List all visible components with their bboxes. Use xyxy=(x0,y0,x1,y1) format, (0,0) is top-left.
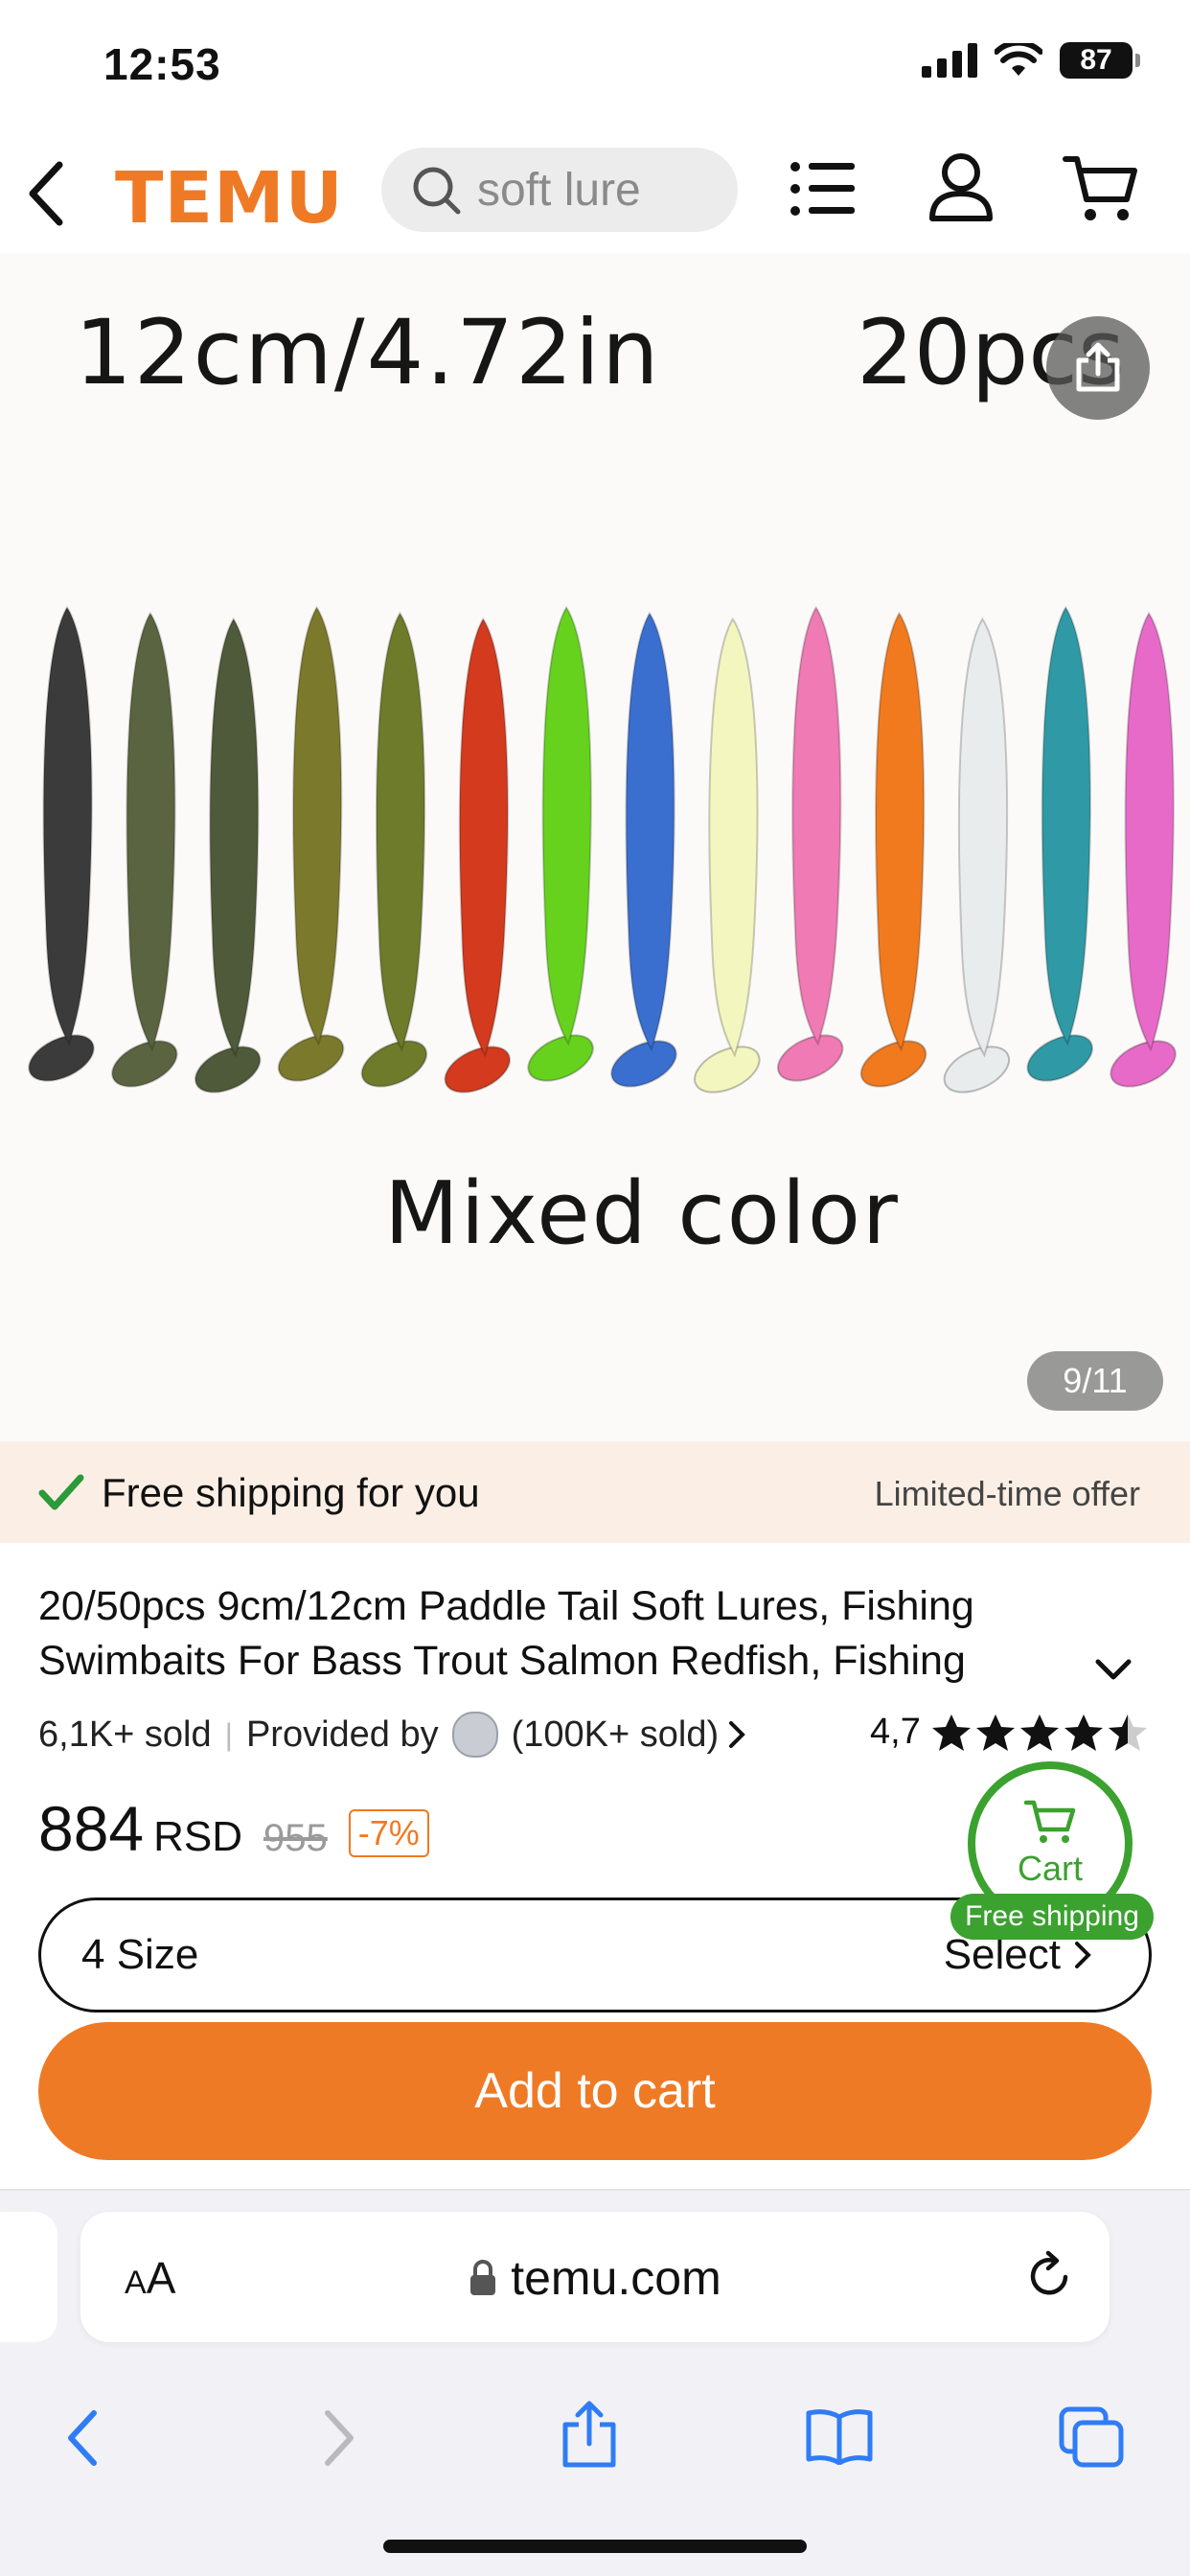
lure-14 xyxy=(1110,611,1177,1088)
share-icon xyxy=(1076,342,1120,392)
temu-logo[interactable]: TEMU xyxy=(115,157,344,240)
lure-12 xyxy=(943,617,1011,1093)
star-icon xyxy=(1064,1714,1103,1751)
provided-by-label: Provided by xyxy=(245,1714,439,1755)
product-title[interactable]: 20/50pcs 9cm/12cm Paddle Tail Soft Lures… xyxy=(38,1579,1092,1689)
bookmarks-icon[interactable] xyxy=(805,2407,874,2465)
product-title-line2: Swimbaits For Bass Trout Salmon Redfish,… xyxy=(38,1638,966,1684)
app-header: TEMU soft lure xyxy=(0,134,1190,254)
star-icon xyxy=(1019,1714,1059,1751)
image-size-text: 12cm/4.72in xyxy=(75,301,661,405)
cart-icon[interactable] xyxy=(1062,153,1138,226)
checkmark-icon xyxy=(38,1474,84,1510)
browser-chrome: AA temu.com xyxy=(0,2191,1190,2576)
lure-4 xyxy=(277,606,345,1082)
lure-13 xyxy=(1026,606,1093,1082)
cart-icon xyxy=(1023,1800,1076,1843)
product-title-line1: 20/50pcs 9cm/12cm Paddle Tail Soft Lures… xyxy=(38,1583,974,1629)
product-image-gallery[interactable]: 12cm/4.72in 20pcs Mixed color 9/11 xyxy=(0,253,1190,1441)
price: 884 xyxy=(38,1793,145,1864)
lure-5 xyxy=(360,611,428,1088)
half-star-icon xyxy=(1108,1714,1147,1751)
rating-stars xyxy=(930,1713,1149,1753)
search-input[interactable]: soft lure xyxy=(381,148,738,232)
discount-badge: -7% xyxy=(348,1809,429,1857)
store-avatar[interactable] xyxy=(451,1712,498,1758)
image-counter: 9/11 xyxy=(1027,1351,1163,1411)
free-shipping-badge: Free shipping xyxy=(950,1894,1154,1940)
lock-icon xyxy=(470,2260,496,2295)
browser-back-icon[interactable] xyxy=(63,2407,102,2469)
sold-count: 6,1K+ sold xyxy=(38,1714,212,1755)
cellular-signal-icon xyxy=(922,43,977,78)
url-display[interactable]: temu.com xyxy=(80,2250,1110,2306)
previous-tab-preview[interactable] xyxy=(0,2212,57,2342)
share-button[interactable] xyxy=(1046,316,1150,420)
free-shipping-banner[interactable]: Free shipping for you Limited-time offer xyxy=(0,1441,1190,1543)
home-indicator xyxy=(383,2540,807,2553)
search-placeholder: soft lure xyxy=(477,164,641,216)
lure-11 xyxy=(859,611,927,1088)
category-list-icon[interactable] xyxy=(790,159,857,218)
search-icon xyxy=(413,167,461,215)
currency: RSD xyxy=(153,1813,243,1860)
sales-info: 6,1K+ sold | Provided by (100K+ sold) xyxy=(38,1712,745,1758)
chevron-right-icon[interactable] xyxy=(728,1720,745,1749)
reload-icon[interactable] xyxy=(1025,2248,1075,2302)
store-sold-count[interactable]: (100K+ sold) xyxy=(512,1714,720,1756)
browser-forward-icon[interactable] xyxy=(320,2407,358,2469)
lure-9 xyxy=(694,617,761,1093)
chevron-right-icon xyxy=(1075,1942,1091,1968)
lure-3 xyxy=(195,617,262,1093)
status-icons: 87 xyxy=(922,42,1140,79)
lure-1 xyxy=(28,606,95,1082)
back-arrow-icon[interactable] xyxy=(27,161,65,226)
price-row: 884 RSD 955 -7% xyxy=(38,1792,429,1865)
star-icon xyxy=(975,1714,1015,1751)
image-caption: Mixed color xyxy=(384,1163,900,1264)
lure-8 xyxy=(610,611,677,1088)
star-icon xyxy=(931,1714,971,1751)
chevron-down-icon[interactable] xyxy=(1094,1658,1133,1683)
lure-6 xyxy=(444,617,511,1093)
old-price: 955 xyxy=(263,1817,328,1859)
lure-7 xyxy=(527,606,594,1082)
size-label: 4 Size xyxy=(81,1931,199,1978)
add-to-cart-button[interactable]: Add to cart xyxy=(38,2022,1152,2160)
browser-share-icon[interactable] xyxy=(560,2400,619,2469)
lures-illustration xyxy=(28,606,1177,1093)
product-rating[interactable]: 4,7 xyxy=(870,1712,1149,1753)
account-icon[interactable] xyxy=(927,151,995,222)
rating-value: 4,7 xyxy=(870,1712,921,1752)
limited-time-offer: Limited-time offer xyxy=(874,1474,1140,1513)
browser-toolbar xyxy=(0,2379,1190,2494)
address-bar[interactable]: AA temu.com xyxy=(80,2212,1110,2342)
free-shipping-title: Free shipping for you xyxy=(102,1470,480,1515)
battery-indicator: 87 xyxy=(1060,42,1140,79)
tabs-icon[interactable] xyxy=(1058,2405,1125,2469)
lure-2 xyxy=(111,611,178,1088)
url-text: temu.com xyxy=(511,2251,721,2305)
floating-cart-label: Cart xyxy=(1017,1849,1083,1888)
status-time: 12:53 xyxy=(103,39,221,89)
lure-10 xyxy=(776,606,844,1082)
wifi-icon xyxy=(995,43,1042,76)
